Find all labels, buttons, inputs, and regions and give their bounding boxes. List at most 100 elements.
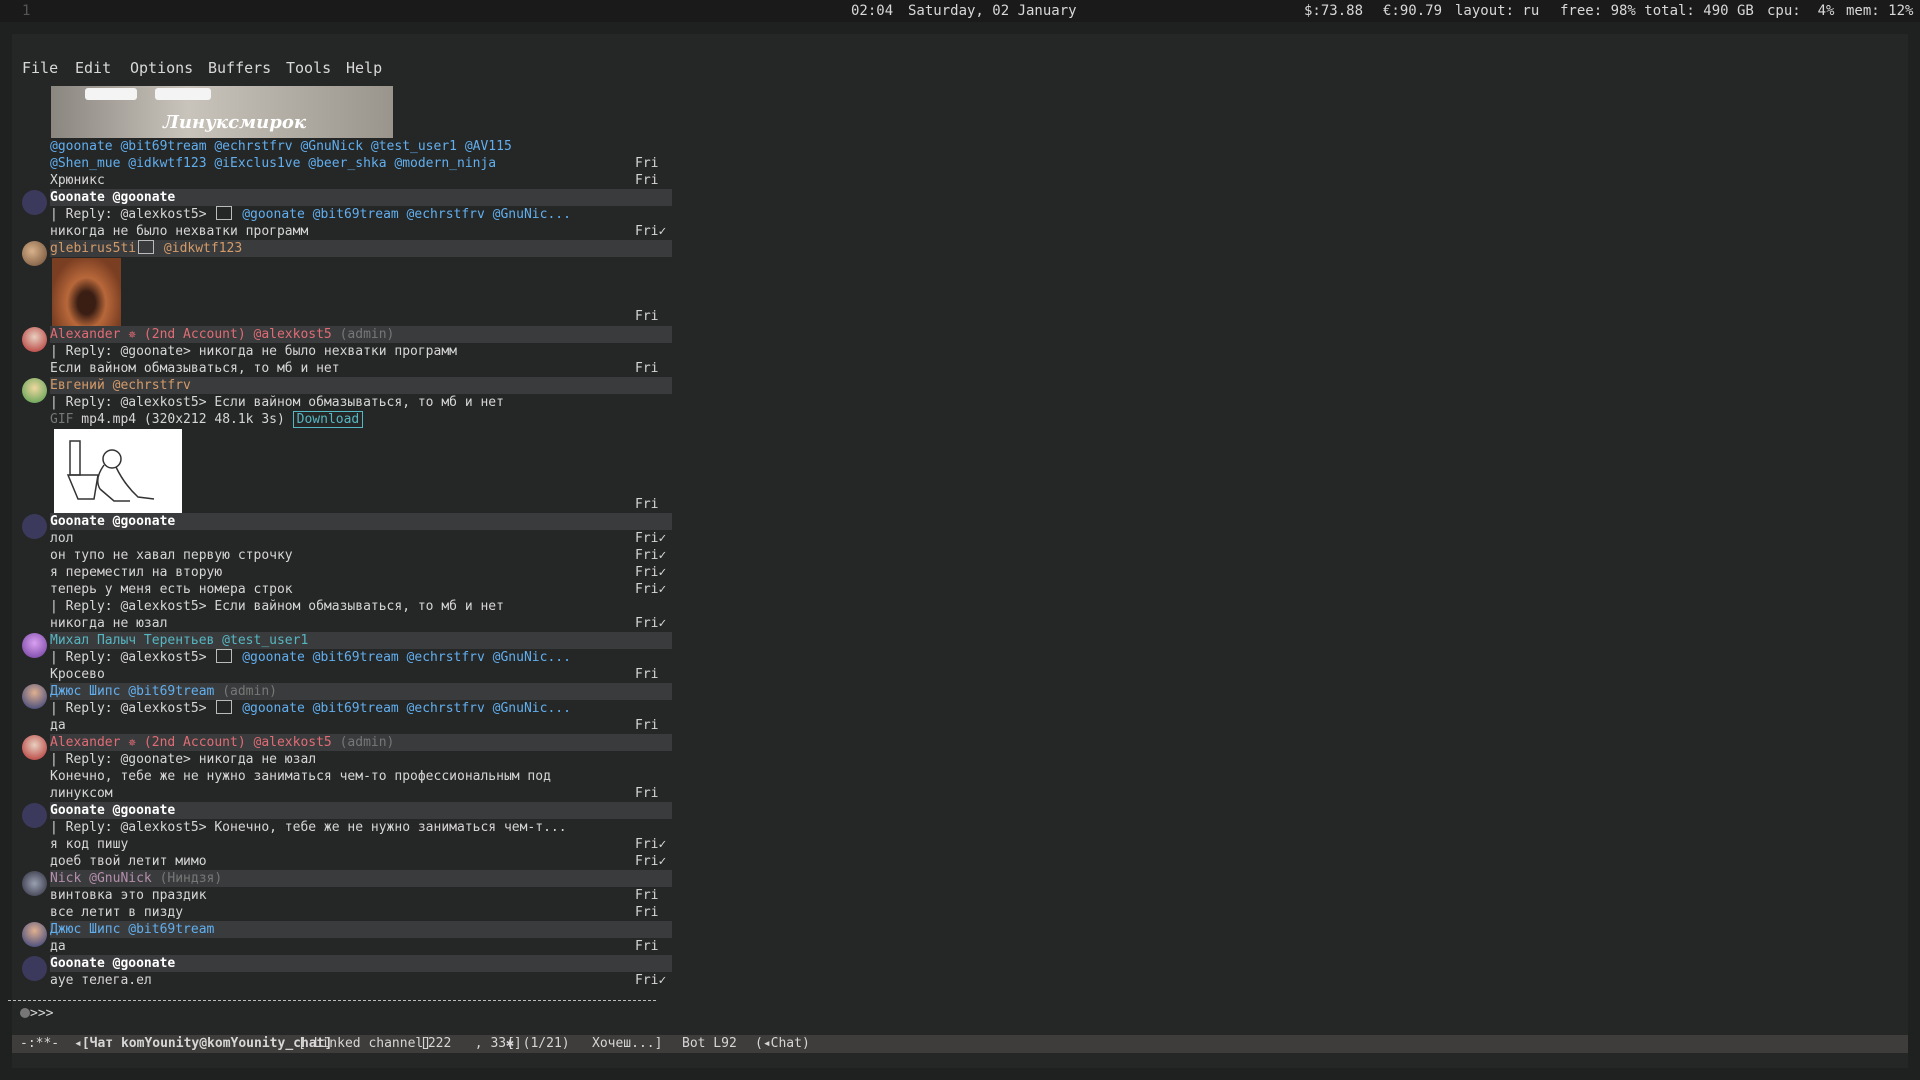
message-text: все летит в пизду (50, 905, 184, 920)
download-button[interactable]: Download (292, 411, 364, 428)
message-text: Кросево (50, 667, 105, 682)
menu-tools[interactable]: Tools (286, 59, 331, 77)
menu-buffers[interactable]: Buffers (208, 59, 271, 77)
avatar[interactable] (22, 803, 47, 828)
message-text: ауе телега.ел (50, 973, 152, 988)
avatar[interactable] (22, 633, 47, 658)
avatar[interactable] (22, 327, 47, 352)
message-time: Fri✓ (635, 582, 667, 597)
message-time: Fri (635, 939, 659, 954)
mentions-line[interactable]: @Shen_mue @idkwtf123 @iExclus1ve @beer_s… (50, 155, 496, 172)
avatar[interactable] (22, 871, 47, 896)
avatar[interactable] (22, 241, 47, 266)
avatar[interactable] (22, 514, 47, 539)
modeline-pager[interactable]: [ (1/21) (507, 1036, 577, 1051)
message-time: Fri (635, 905, 659, 920)
sticker-icon (216, 206, 233, 220)
usd-rate: $:73.88 (1304, 3, 1364, 19)
message-text: теперь у меня есть номера строк (50, 582, 293, 597)
reply-quote[interactable]: | Reply: @alexkost5> @goonate @bit69trea… (50, 700, 571, 717)
message-time: Fri✓ (635, 531, 667, 546)
reply-quote[interactable]: | Reply: @alexkost5> Если вайном обмазыв… (50, 598, 504, 615)
message-text: винтовка это праздик (50, 888, 207, 903)
message-author[interactable]: Goonate @goonate (50, 955, 672, 972)
message-author[interactable]: Alexander ✵ (2nd Account) @alexkost5 (ad… (50, 734, 672, 751)
mode-line: -:**- ◂[Чат komYounity@komYounity_chat] … (12, 1035, 1908, 1053)
menu-options[interactable]: Options (130, 59, 193, 77)
avatar[interactable] (22, 378, 47, 403)
gif-info: GIF mp4.mp4 (320x212 48.1k 3s) Download (50, 411, 364, 428)
message-time: Fri (635, 888, 659, 903)
modeline-draft[interactable]: Хочеш...] (592, 1036, 662, 1051)
message-text: никогда не юзал (50, 616, 168, 631)
message-text: я переместил на вторую (50, 565, 223, 580)
gif-preview[interactable] (54, 429, 182, 514)
message-time: Fri✓ (635, 854, 667, 869)
eur-rate: €:90.79 (1383, 3, 1443, 19)
input-divider (8, 1000, 656, 1001)
modeline-mode[interactable]: (◂Chat) (755, 1036, 810, 1051)
message-input[interactable]: >>> (20, 1006, 53, 1021)
system-status-bar: 1 02:04 Saturday, 02 January $:73.88 €:9… (0, 0, 1920, 22)
menu-help[interactable]: Help (346, 59, 382, 77)
prompt-marker: >>> (30, 1006, 54, 1021)
message-time: Fri (635, 667, 659, 682)
avatar-icon (20, 1008, 30, 1018)
avatar[interactable] (22, 684, 47, 709)
disk-usage: free: 98% total: 490 GB (1560, 3, 1754, 19)
message-text: Хрюникс (50, 173, 105, 188)
message-author[interactable]: Alexander ✵ (2nd Account) @alexkost5 (ad… (50, 326, 672, 343)
sticker-image[interactable]: Линуксмирок (51, 86, 393, 138)
avatar[interactable] (22, 956, 47, 981)
mem-usage: mem: 12% (1846, 3, 1914, 19)
message-time: Fri (635, 497, 659, 512)
workspace-indicator[interactable]: 1 (22, 3, 30, 19)
message-time: Fri✓ (635, 837, 667, 852)
sticker-caption: Линуксмирок (163, 112, 307, 133)
message-text: он тупо не хавал первую строчку (50, 548, 293, 563)
message-author[interactable]: Goonate @goonate (50, 802, 672, 819)
message-author[interactable]: Goonate @goonate (50, 189, 672, 206)
message-text: никогда не было нехватки программ (50, 224, 309, 239)
message-text: Конечно, тебе же не нужно заниматься чем… (50, 769, 551, 784)
reply-quote[interactable]: | Reply: @alexkost5> @goonate @bit69trea… (50, 206, 571, 223)
menu-edit[interactable]: Edit (75, 59, 111, 77)
message-text: я код пишу (50, 837, 129, 852)
reply-quote[interactable]: | Reply: @alexkost5> Конечно, тебе же не… (50, 819, 567, 836)
message-author[interactable]: Джюс Шипс @bit69tream (admin) (50, 683, 672, 700)
reply-quote[interactable]: | Reply: @alexkost5> @goonate @bit69trea… (50, 649, 571, 666)
modeline-buffer[interactable]: ◂[Чат komYounity@komYounity_chat] (74, 1036, 332, 1051)
message-author[interactable]: Nick @GnuNick (Ниндзя) (50, 870, 672, 887)
message-text: доеб твой летит мимо (50, 854, 207, 869)
message-time: Fri (635, 361, 659, 376)
avatar[interactable] (22, 922, 47, 947)
keyboard-layout: layout: ru (1455, 3, 1540, 19)
message-text: лол (50, 531, 74, 546)
emoji-icon (138, 240, 155, 254)
reply-quote[interactable]: | Reply: @goonate> никогда не юзал (50, 751, 316, 768)
avatar[interactable] (22, 190, 47, 215)
message-time: Fri (635, 173, 659, 188)
message-time: Fri✓ (635, 565, 667, 580)
mentions-line[interactable]: @goonate @bit69tream @echrstfrv @GnuNick… (50, 138, 512, 155)
message-time: Fri (635, 309, 659, 324)
avatar[interactable] (22, 735, 47, 760)
reply-quote[interactable]: | Reply: @goonate> никогда не было нехва… (50, 343, 457, 360)
message-author[interactable]: Михал Палыч Терентьев @test_user1 (50, 632, 672, 649)
message-time: Fri✓ (635, 548, 667, 563)
chat-buffer[interactable]: Линуксмирок @goonate @bit69tream @echrst… (12, 86, 672, 990)
menu-file[interactable]: File (22, 59, 58, 77)
message-author[interactable]: Джюс Шипс @bit69tream (50, 921, 672, 938)
message-time: Fri (635, 718, 659, 733)
message-text: да (50, 939, 66, 954)
message-author[interactable]: Goonate @goonate (50, 513, 672, 530)
clock-time: 02:04 (851, 3, 894, 19)
photo-image[interactable] (52, 258, 121, 327)
modeline-linked[interactable]: [ Linked channel] (298, 1036, 431, 1051)
message-author[interactable]: glebirus5ti @idkwtf123 (50, 240, 672, 257)
reply-quote[interactable]: | Reply: @alexkost5> Если вайном обмазыв… (50, 394, 504, 411)
modeline-position: Bot L92 (682, 1036, 737, 1051)
sticker-icon (216, 649, 233, 663)
message-author[interactable]: Евгений @echrstfrv (50, 377, 672, 394)
message-text: да (50, 718, 66, 733)
